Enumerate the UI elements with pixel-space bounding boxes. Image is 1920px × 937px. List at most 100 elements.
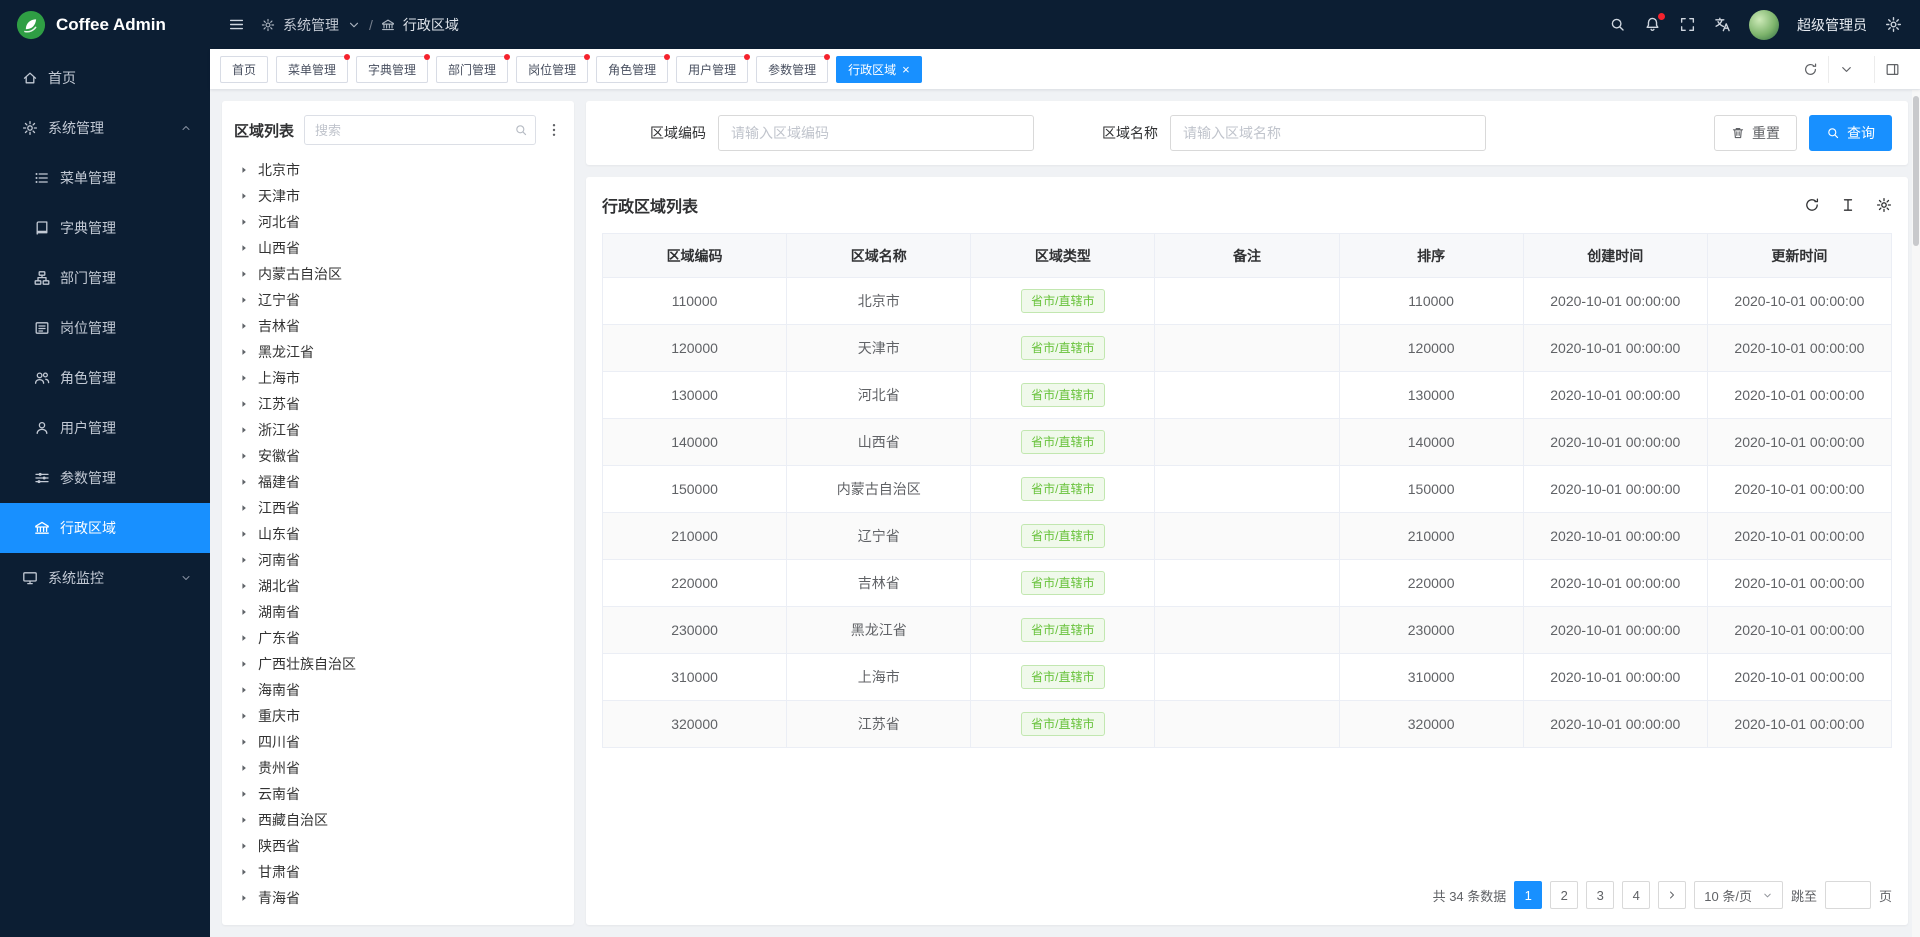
- caret-right-icon[interactable]: [239, 503, 249, 513]
- caret-right-icon[interactable]: [239, 815, 249, 825]
- tree-item[interactable]: 内蒙古自治区: [222, 261, 574, 287]
- tree-item[interactable]: 福建省: [222, 469, 574, 495]
- table-row[interactable]: 210000辽宁省省市/直辖市2100002020-10-01 00:00:00…: [603, 513, 1892, 560]
- tab-param-management[interactable]: 参数管理: [756, 56, 828, 83]
- tree-search-icon[interactable]: [514, 123, 528, 137]
- sidebar-item-system-management[interactable]: 系统管理: [0, 103, 210, 153]
- jump-page-input[interactable]: [1825, 881, 1871, 909]
- caret-right-icon[interactable]: [239, 373, 249, 383]
- tree-item[interactable]: 吉林省: [222, 313, 574, 339]
- page-scrollbar[interactable]: [1912, 90, 1920, 937]
- sidebar-collapse-icon[interactable]: [228, 16, 245, 33]
- tab-close-icon[interactable]: ×: [902, 63, 910, 76]
- tab-dept-management[interactable]: 部门管理: [436, 56, 508, 83]
- tree-item[interactable]: 重庆市: [222, 703, 574, 729]
- caret-right-icon[interactable]: [239, 321, 249, 331]
- page-button-2[interactable]: 2: [1550, 881, 1578, 909]
- caret-right-icon[interactable]: [239, 191, 249, 201]
- row-height-icon[interactable]: [1840, 197, 1856, 213]
- scrollbar-thumb[interactable]: [1913, 96, 1919, 246]
- column-settings-icon[interactable]: [1876, 197, 1892, 213]
- caret-right-icon[interactable]: [239, 295, 249, 305]
- caret-right-icon[interactable]: [239, 633, 249, 643]
- refresh-page-icon[interactable]: [1792, 56, 1828, 83]
- table-row[interactable]: 220000吉林省省市/直辖市2200002020-10-01 00:00:00…: [603, 560, 1892, 607]
- tree-item[interactable]: 浙江省: [222, 417, 574, 443]
- caret-right-icon[interactable]: [239, 555, 249, 565]
- caret-right-icon[interactable]: [239, 529, 249, 539]
- caret-right-icon[interactable]: [239, 789, 249, 799]
- next-page-button[interactable]: [1658, 881, 1686, 909]
- tab-post-management[interactable]: 岗位管理: [516, 56, 588, 83]
- tree-item[interactable]: 山东省: [222, 521, 574, 547]
- sidebar-item-param-management[interactable]: 参数管理: [0, 453, 210, 503]
- caret-right-icon[interactable]: [239, 347, 249, 357]
- page-button-4[interactable]: 4: [1622, 881, 1650, 909]
- search-button[interactable]: 查询: [1809, 115, 1892, 151]
- sidebar-item-role-management[interactable]: 角色管理: [0, 353, 210, 403]
- tree-more-icon[interactable]: [546, 122, 562, 138]
- caret-right-icon[interactable]: [239, 659, 249, 669]
- caret-right-icon[interactable]: [239, 607, 249, 617]
- sidebar-item-system-monitor[interactable]: 系统监控: [0, 553, 210, 603]
- caret-right-icon[interactable]: [239, 841, 249, 851]
- table-row[interactable]: 140000山西省省市/直辖市1400002020-10-01 00:00:00…: [603, 419, 1892, 466]
- username[interactable]: 超级管理员: [1797, 15, 1867, 35]
- sidebar-item-post-management[interactable]: 岗位管理: [0, 303, 210, 353]
- tree-item[interactable]: 贵州省: [222, 755, 574, 781]
- search-icon[interactable]: [1609, 16, 1626, 33]
- reset-button[interactable]: 重置: [1714, 115, 1797, 151]
- tree-item[interactable]: 陕西省: [222, 833, 574, 859]
- tree-item[interactable]: 湖北省: [222, 573, 574, 599]
- layout-toggle-icon[interactable]: [1874, 56, 1910, 83]
- avatar[interactable]: [1749, 10, 1779, 40]
- caret-right-icon[interactable]: [239, 425, 249, 435]
- tree-item[interactable]: 河北省: [222, 209, 574, 235]
- caret-right-icon[interactable]: [239, 269, 249, 279]
- tab-options-chevron-icon[interactable]: [1828, 56, 1864, 83]
- page-size-select[interactable]: 10 条/页: [1694, 881, 1783, 909]
- caret-right-icon[interactable]: [239, 581, 249, 591]
- tree-item[interactable]: 安徽省: [222, 443, 574, 469]
- caret-right-icon[interactable]: [239, 893, 249, 903]
- tree-item[interactable]: 江西省: [222, 495, 574, 521]
- caret-right-icon[interactable]: [239, 165, 249, 175]
- region-code-input[interactable]: [718, 115, 1034, 151]
- table-row[interactable]: 120000天津市省市/直辖市1200002020-10-01 00:00:00…: [603, 325, 1892, 372]
- region-name-input[interactable]: [1170, 115, 1486, 151]
- table-row[interactable]: 320000江苏省省市/直辖市3200002020-10-01 00:00:00…: [603, 701, 1892, 748]
- tree-item[interactable]: 河南省: [222, 547, 574, 573]
- page-button-3[interactable]: 3: [1586, 881, 1614, 909]
- tab-menu-management[interactable]: 菜单管理: [276, 56, 348, 83]
- caret-right-icon[interactable]: [239, 243, 249, 253]
- caret-right-icon[interactable]: [239, 867, 249, 877]
- tree-item[interactable]: 上海市: [222, 365, 574, 391]
- tree-item[interactable]: 青海省: [222, 885, 574, 911]
- tree-item[interactable]: 天津市: [222, 183, 574, 209]
- tree-item[interactable]: 四川省: [222, 729, 574, 755]
- tree-item[interactable]: 甘肃省: [222, 859, 574, 885]
- caret-right-icon[interactable]: [239, 737, 249, 747]
- tree-item[interactable]: 黑龙江省: [222, 339, 574, 365]
- tree-item[interactable]: 广西壮族自治区: [222, 651, 574, 677]
- fullscreen-icon[interactable]: [1679, 16, 1696, 33]
- sidebar-item-dept-management[interactable]: 部门管理: [0, 253, 210, 303]
- table-row[interactable]: 130000河北省省市/直辖市1300002020-10-01 00:00:00…: [603, 372, 1892, 419]
- tree-item[interactable]: 西藏自治区: [222, 807, 574, 833]
- tree-item[interactable]: 海南省: [222, 677, 574, 703]
- tree-item[interactable]: 江苏省: [222, 391, 574, 417]
- tab-dict-management[interactable]: 字典管理: [356, 56, 428, 83]
- caret-right-icon[interactable]: [239, 711, 249, 721]
- table-row[interactable]: 110000北京市省市/直辖市1100002020-10-01 00:00:00…: [603, 278, 1892, 325]
- notification-bell-icon[interactable]: [1644, 16, 1661, 33]
- caret-right-icon[interactable]: [239, 685, 249, 695]
- tab-role-management[interactable]: 角色管理: [596, 56, 668, 83]
- caret-right-icon[interactable]: [239, 217, 249, 227]
- sidebar-item-home[interactable]: 首页: [0, 53, 210, 103]
- sidebar-item-menu-management[interactable]: 菜单管理: [0, 153, 210, 203]
- table-row[interactable]: 310000上海市省市/直辖市3100002020-10-01 00:00:00…: [603, 654, 1892, 701]
- tab-home[interactable]: 首页: [220, 56, 268, 83]
- caret-right-icon[interactable]: [239, 477, 249, 487]
- translate-icon[interactable]: [1714, 16, 1731, 33]
- tree-item[interactable]: 湖南省: [222, 599, 574, 625]
